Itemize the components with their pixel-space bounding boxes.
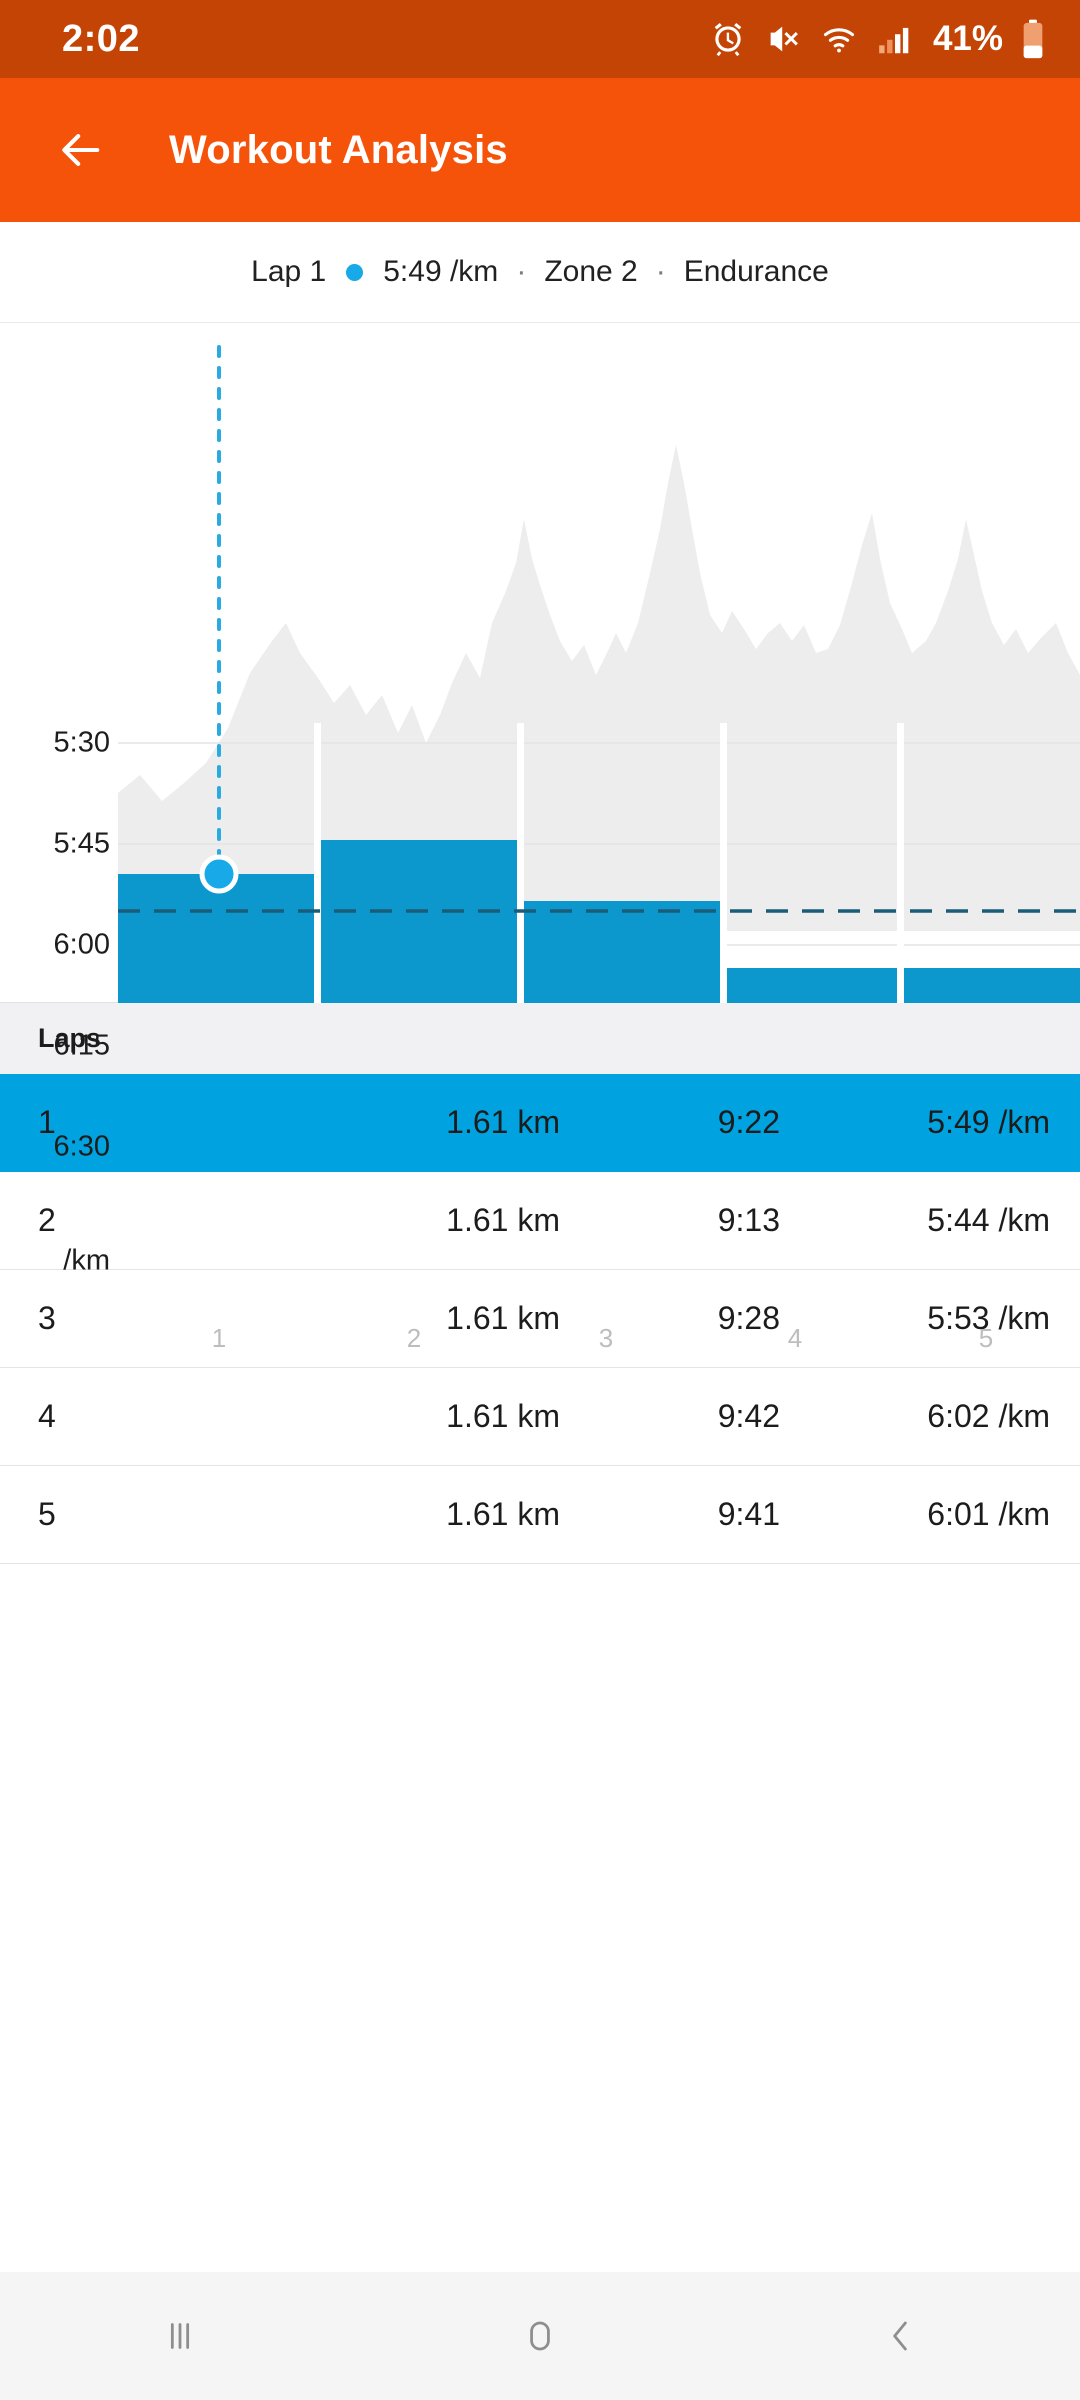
status-bar-clock: 2:02 — [62, 18, 140, 61]
status-bar: 2:02 — [0, 0, 1080, 78]
status-bar-icons: 41% — [709, 19, 1046, 59]
y-axis-label-0: 5:30 — [0, 727, 110, 760]
page-title: Workout Analysis — [169, 128, 508, 173]
lap-distance-cell: 1.61 km — [330, 1104, 560, 1141]
summary-pace-label: 5:49 /km — [383, 255, 498, 289]
lap-pace-cell: 6:01 /km — [780, 1496, 1080, 1533]
lap-distance-cell: 1.61 km — [330, 1300, 560, 1337]
wifi-icon — [819, 20, 859, 58]
lap-number-cell: 3 — [0, 1300, 330, 1337]
recents-icon[interactable] — [0, 2272, 360, 2400]
lap-pace-cell: 6:02 /km — [780, 1398, 1080, 1435]
summary-lap-label: Lap 1 — [251, 255, 326, 289]
battery-icon — [1020, 19, 1046, 59]
y-axis-label-2: 6:00 — [0, 929, 110, 962]
lap-pace-cell: 5:49 /km — [780, 1104, 1080, 1141]
back-arrow-icon[interactable] — [48, 117, 114, 183]
x-axis-label-2: 2 — [407, 1323, 421, 1354]
pace-chart-canvas — [0, 323, 1080, 1003]
x-axis-label-3: 3 — [599, 1323, 613, 1354]
lap-time-cell: 9:13 — [560, 1202, 780, 1239]
x-axis-label-5: 5 — [979, 1323, 993, 1354]
pace-chart[interactable]: 5:30 5:45 6:00 6:15 6:30 /km 1 2 3 4 5 — [0, 322, 1080, 1002]
battery-percent-label: 41% — [933, 19, 1003, 59]
table-row[interactable]: 1 1.61 km 9:22 5:49 /km — [0, 1074, 1080, 1172]
table-row[interactable]: 3 1.61 km 9:28 5:53 /km — [0, 1270, 1080, 1368]
summary-separator-2: · — [656, 255, 666, 289]
summary-zone-label: Zone 2 — [544, 255, 637, 289]
lap-number-cell: 5 — [0, 1496, 330, 1533]
lap-time-cell: 9:42 — [560, 1398, 780, 1435]
lap-summary-bar: Lap 1 5:49 /km · Zone 2 · Endurance — [0, 222, 1080, 322]
table-row[interactable]: 4 1.61 km 9:42 6:02 /km — [0, 1368, 1080, 1466]
lap-distance-cell: 1.61 km — [330, 1202, 560, 1239]
lap-distance-cell: 1.61 km — [330, 1398, 560, 1435]
y-axis-label-4: 6:30 — [0, 1131, 110, 1164]
y-axis-label-3: 6:15 — [0, 1030, 110, 1063]
home-icon[interactable] — [360, 2272, 720, 2400]
app-root: 2:02 — [0, 0, 1080, 2400]
x-axis-label-4: 4 — [788, 1323, 802, 1354]
y-axis-unit-label: /km — [0, 1245, 110, 1278]
lap-distance-cell: 1.61 km — [330, 1496, 560, 1533]
laps-section-header: Laps — [0, 1002, 1080, 1074]
lap-pace-cell: 5:44 /km — [780, 1202, 1080, 1239]
table-row[interactable]: 5 1.61 km 9:41 6:01 /km — [0, 1466, 1080, 1564]
lap-number-cell: 2 — [0, 1202, 330, 1239]
volume-mute-icon — [764, 20, 802, 58]
app-bar: Workout Analysis — [0, 78, 1080, 222]
summary-effort-label: Endurance — [684, 255, 829, 289]
selection-indicator-dot — [202, 857, 236, 891]
system-navigation-bar — [0, 2272, 1080, 2400]
alarm-clock-icon — [709, 20, 747, 58]
lap-time-cell: 9:41 — [560, 1496, 780, 1533]
table-row[interactable]: 2 1.61 km 9:13 5:44 /km — [0, 1172, 1080, 1270]
nav-back-icon[interactable] — [720, 2272, 1080, 2400]
x-axis-label-1: 1 — [212, 1323, 226, 1354]
lap-color-dot-icon — [346, 264, 363, 281]
lap-number-cell: 4 — [0, 1398, 330, 1435]
cellular-signal-icon — [876, 20, 914, 58]
lap-time-cell: 9:28 — [560, 1300, 780, 1337]
lap-pace-cell: 5:53 /km — [780, 1300, 1080, 1337]
y-axis-label-1: 5:45 — [0, 828, 110, 861]
summary-separator-1: · — [516, 255, 526, 289]
lap-time-cell: 9:22 — [560, 1104, 780, 1141]
